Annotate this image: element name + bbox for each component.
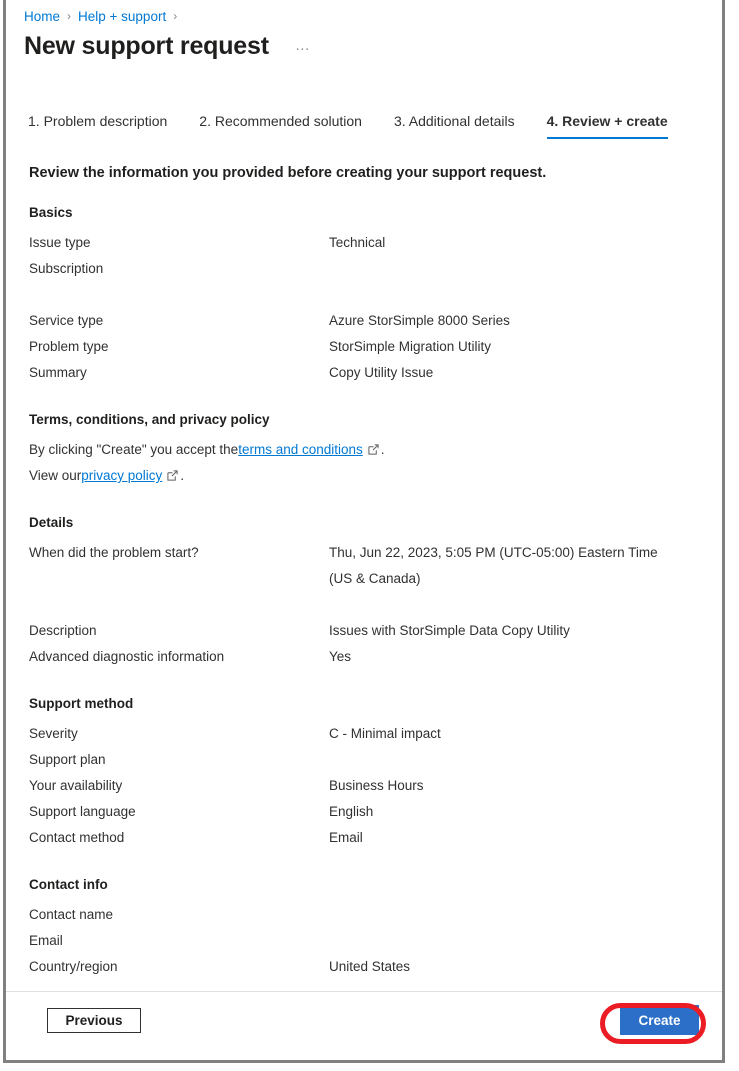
review-row-subscription: Subscription (29, 256, 722, 282)
row-label: Subscription (29, 261, 104, 276)
support-request-blade: Home › Help + support › New support requ… (3, 0, 725, 1063)
row-label: Service type (29, 313, 104, 328)
privacy-policy-line: View our privacy policy . (29, 463, 722, 489)
review-row-service-type: Service type Azure StorSimple 8000 Serie… (29, 308, 722, 334)
row-label: Problem type (29, 339, 109, 354)
more-options-icon[interactable]: … (295, 38, 312, 53)
review-row-support-plan: Support plan (29, 747, 722, 773)
review-row-contact-name: Contact name (29, 902, 722, 928)
terms-and-conditions-link[interactable]: terms and conditions (238, 437, 363, 463)
external-link-icon (368, 438, 379, 464)
review-row-summary: Summary Copy Utility Issue (29, 360, 722, 386)
section-title-basics: Basics (29, 205, 73, 220)
tab-review-create[interactable]: 4. Review + create (546, 113, 668, 139)
section-title-terms: Terms, conditions, and privacy policy (29, 412, 270, 427)
review-row-blank (29, 282, 722, 308)
row-label: Support language (29, 804, 136, 819)
section-title-contact-info: Contact info (29, 877, 108, 892)
row-value: Thu, Jun 22, 2023, 5:05 PM (UTC-05:00) E… (329, 545, 658, 586)
review-row-issue-type: Issue type Technical (29, 230, 722, 256)
wizard-tabs: 1. Problem description 2. Recommended so… (28, 113, 700, 139)
row-value: Email (329, 830, 363, 845)
row-value: Yes (329, 649, 352, 664)
privacy-suffix-text: . (180, 468, 185, 483)
row-label: Summary (29, 365, 87, 380)
row-label: When did the problem start? (29, 545, 199, 560)
section-contact-info: Contact info Contact name Email Country/… (6, 877, 722, 980)
row-value: C - Minimal impact (329, 726, 441, 741)
section-title-details: Details (29, 515, 74, 530)
create-button[interactable]: Create (620, 1005, 699, 1035)
review-row-advanced-diagnostics: Advanced diagnostic information Yes (29, 644, 722, 670)
row-label: Issue type (29, 235, 91, 250)
review-row-country-region: Country/region United States (29, 954, 722, 980)
terms-acceptance-line: By clicking "Create" you accept the term… (29, 437, 722, 463)
tab-additional-details[interactable]: 3. Additional details (394, 113, 515, 139)
breadcrumb-item-home[interactable]: Home (24, 9, 60, 24)
tab-recommended-solution[interactable]: 2. Recommended solution (199, 113, 362, 139)
review-intro-heading: Review the information you provided befo… (29, 165, 547, 181)
page-title: New support request (24, 32, 269, 60)
breadcrumb-separator-icon: › (67, 9, 72, 23)
section-title-support-method: Support method (29, 696, 134, 711)
row-value: English (329, 804, 374, 819)
row-value: Business Hours (329, 778, 424, 793)
review-row-problem-start: When did the problem start? Thu, Jun 22,… (29, 540, 722, 592)
title-row: New support request … (24, 32, 311, 61)
privacy-policy-link[interactable]: privacy policy (81, 463, 162, 489)
privacy-prefix-text: View our (29, 468, 82, 483)
tab-problem-description[interactable]: 1. Problem description (28, 113, 167, 139)
section-terms: Terms, conditions, and privacy policy By… (6, 412, 722, 489)
breadcrumb: Home › Help + support › (24, 6, 184, 26)
wizard-footer: Previous Create (6, 991, 722, 1060)
breadcrumb-separator-icon: › (173, 9, 178, 23)
review-row-availability: Your availability Business Hours (29, 773, 722, 799)
row-label: Contact name (29, 907, 114, 922)
row-label: Description (29, 623, 97, 638)
row-value: Technical (329, 235, 386, 250)
terms-prefix-text: By clicking "Create" you accept the (29, 442, 239, 457)
row-label: Country/region (29, 959, 118, 974)
review-content: Basics Issue type Technical Subscription… (6, 205, 722, 982)
row-label: Your availability (29, 778, 123, 793)
row-value: StorSimple Migration Utility (329, 339, 492, 354)
row-value: United States (329, 959, 411, 974)
terms-suffix-text: . (380, 442, 385, 457)
review-row-description: Description Issues with StorSimple Data … (29, 618, 722, 644)
section-details: Details When did the problem start? Thu,… (6, 515, 722, 670)
row-label: Email (29, 933, 63, 948)
review-row-email: Email (29, 928, 722, 954)
row-value: Copy Utility Issue (329, 365, 434, 380)
review-row-severity: Severity C - Minimal impact (29, 721, 722, 747)
row-value: Azure StorSimple 8000 Series (329, 313, 510, 328)
review-row-blank (29, 592, 722, 618)
review-row-contact-method: Contact method Email (29, 825, 722, 851)
section-support-method: Support method Severity C - Minimal impa… (6, 696, 722, 851)
review-row-problem-type: Problem type StorSimple Migration Utilit… (29, 334, 722, 360)
row-label: Advanced diagnostic information (29, 649, 225, 664)
row-label: Contact method (29, 830, 125, 845)
breadcrumb-item-help-support[interactable]: Help + support (78, 9, 166, 24)
section-basics: Basics Issue type Technical Subscription… (6, 205, 722, 386)
previous-button[interactable]: Previous (47, 1008, 141, 1033)
review-row-support-language: Support language English (29, 799, 722, 825)
external-link-icon (167, 464, 178, 490)
row-label: Support plan (29, 752, 106, 767)
row-value: Issues with StorSimple Data Copy Utility (329, 623, 570, 638)
row-label: Severity (29, 726, 78, 741)
